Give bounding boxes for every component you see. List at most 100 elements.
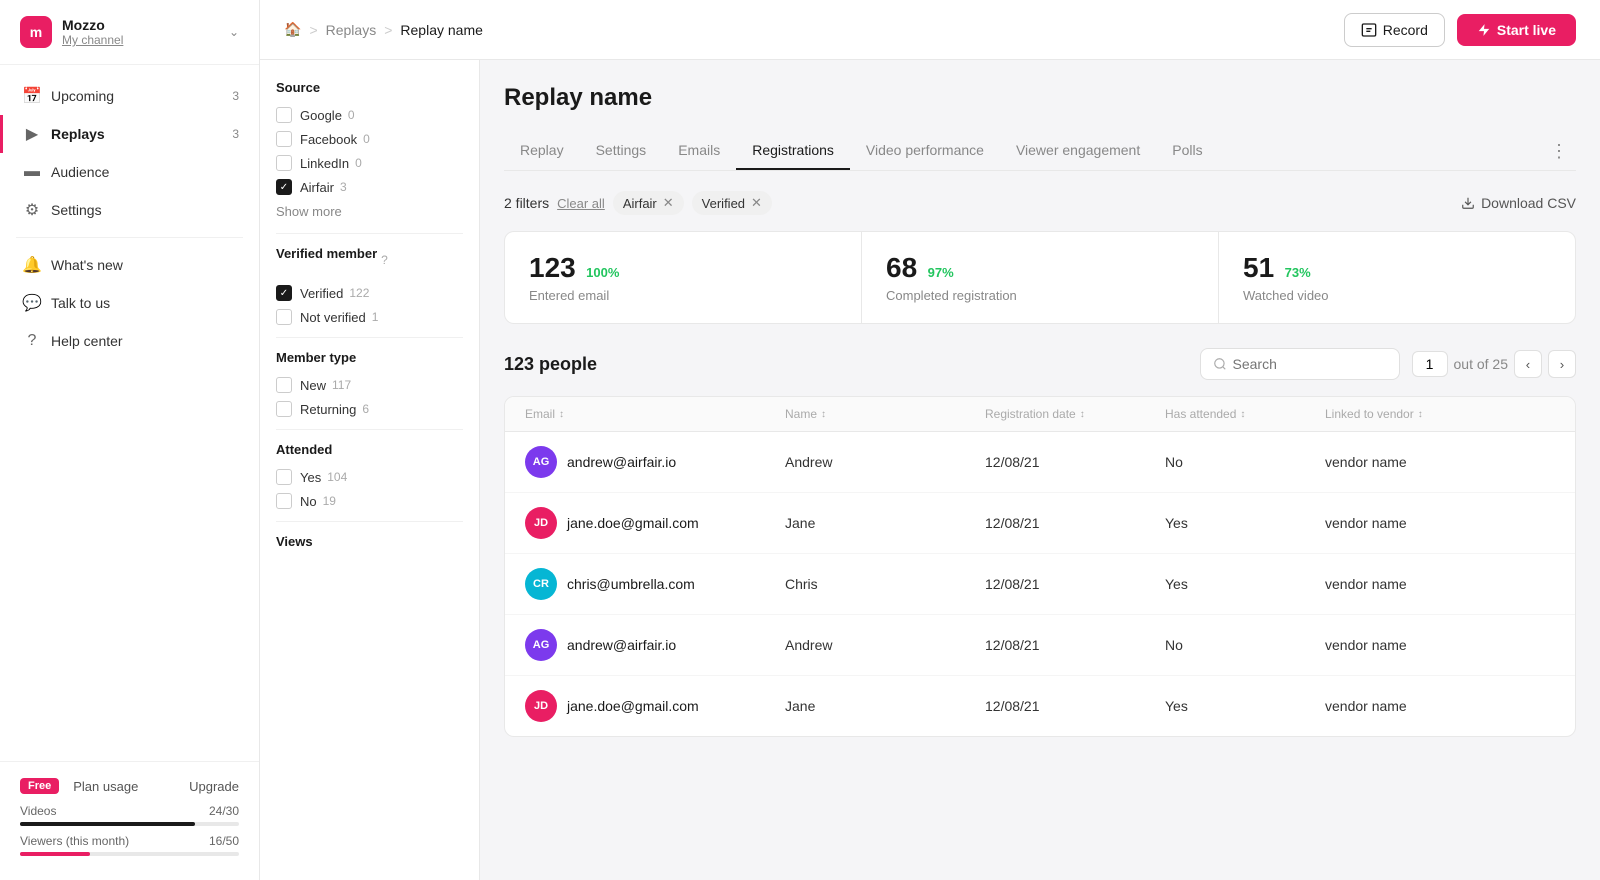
filter-option[interactable]: Airfair 3 — [276, 179, 463, 195]
verified-options: Verified 122 Not verified 1 — [276, 285, 463, 325]
main-content: 🏠 > Replays > Replay name Record Start l… — [260, 0, 1600, 880]
breadcrumb-sep-2: > — [384, 22, 392, 38]
page-number-input[interactable] — [1412, 351, 1448, 377]
filter-option-label: Facebook 0 — [300, 132, 463, 147]
tab-emails[interactable]: Emails — [662, 132, 736, 170]
sidebar-item-audience[interactable]: ▬ Audience — [0, 153, 259, 191]
start-live-button[interactable]: Start live — [1457, 14, 1576, 46]
cell-name: Andrew — [785, 637, 985, 653]
filter-option-label: LinkedIn 0 — [300, 156, 463, 171]
col-vendor[interactable]: Linked to vendor ↕ — [1325, 407, 1555, 421]
search-box[interactable] — [1200, 348, 1400, 380]
sidebar-header: m Mozzo My channel ⌄ — [0, 0, 259, 65]
filter-option-label: Not verified 1 — [300, 310, 463, 325]
settings-icon: ⚙ — [23, 201, 41, 219]
checkbox[interactable] — [276, 179, 292, 195]
filter-chip-airfair: Airfair ✕ — [613, 191, 684, 215]
cell-name: Jane — [785, 698, 985, 714]
upgrade-button[interactable]: Upgrade — [189, 779, 239, 794]
col-email[interactable]: Email ↕ — [525, 407, 785, 421]
viewers-usage-label: Viewers (this month) 16/50 — [20, 834, 239, 848]
checkbox[interactable] — [276, 131, 292, 147]
download-csv-button[interactable]: Download CSV — [1461, 195, 1576, 211]
nav-divider — [16, 237, 243, 238]
stats-row: 123 100% Entered email 68 97% Completed … — [504, 231, 1576, 324]
checkbox[interactable] — [276, 107, 292, 123]
filter-option[interactable]: Verified 122 — [276, 285, 463, 301]
topbar: 🏠 > Replays > Replay name Record Start l… — [260, 0, 1600, 60]
videos-usage-fill — [20, 822, 195, 826]
tab-settings[interactable]: Settings — [580, 132, 663, 170]
breadcrumb-replays[interactable]: Replays — [326, 22, 377, 38]
stat-label-2: Completed registration — [886, 288, 1194, 303]
sort-icon-email: ↕ — [559, 409, 564, 420]
col-attended[interactable]: Has attended ↕ — [1165, 407, 1325, 421]
tab-replay[interactable]: Replay — [504, 132, 580, 170]
filter-option[interactable]: New 117 — [276, 377, 463, 393]
tab-viewer-engagement[interactable]: Viewer engagement — [1000, 132, 1156, 170]
record-button[interactable]: Record — [1344, 13, 1445, 47]
filter-option[interactable]: LinkedIn 0 — [276, 155, 463, 171]
filter-divider-1 — [276, 233, 463, 234]
sidebar-item-talk-to-us[interactable]: 💬 Talk to us — [0, 284, 259, 322]
stat-pct-2: 97% — [928, 265, 954, 280]
filter-chip-airfair-remove[interactable]: ✕ — [663, 195, 674, 211]
table-row[interactable]: CRchris@umbrella.comChris12/08/21Yesvend… — [505, 554, 1575, 615]
checkbox[interactable] — [276, 469, 292, 485]
filter-option[interactable]: Google 0 — [276, 107, 463, 123]
table-row[interactable]: AGandrew@airfair.ioAndrew12/08/21Novendo… — [505, 615, 1575, 676]
cell-vendor: vendor name — [1325, 515, 1555, 531]
sidebar-item-whats-new[interactable]: 🔔 What's new — [0, 246, 259, 284]
checkbox[interactable] — [276, 401, 292, 417]
pagination: out of 25 ‹ › — [1412, 350, 1577, 378]
member-type-options: New 117 Returning 6 — [276, 377, 463, 417]
filter-option-count: 6 — [362, 402, 369, 416]
checkbox[interactable] — [276, 285, 292, 301]
clear-all-button[interactable]: Clear all — [557, 196, 605, 211]
chevron-down-icon[interactable]: ⌄ — [229, 25, 239, 39]
checkbox[interactable] — [276, 493, 292, 509]
tab-video-performance[interactable]: Video performance — [850, 132, 1000, 170]
sidebar-item-help-center[interactable]: ? Help center — [0, 322, 259, 360]
checkbox[interactable] — [276, 377, 292, 393]
filter-chip-verified-remove[interactable]: ✕ — [751, 195, 762, 211]
page-prev-button[interactable]: ‹ — [1514, 350, 1542, 378]
member-type-title: Member type — [276, 350, 463, 365]
plan-row: Free Plan usage Upgrade — [20, 778, 239, 794]
sidebar-item-replays[interactable]: ▶ Replays 3 — [0, 115, 259, 153]
tabs-more-icon[interactable]: ⋮ — [1542, 141, 1576, 162]
filter-option[interactable]: Returning 6 — [276, 401, 463, 417]
table-row[interactable]: JDjane.doe@gmail.comJane12/08/21Yesvendo… — [505, 676, 1575, 736]
col-reg-date[interactable]: Registration date ↕ — [985, 407, 1165, 421]
home-icon[interactable]: 🏠 — [284, 21, 301, 38]
channel-link[interactable]: My channel — [62, 33, 123, 47]
filter-option[interactable]: No 19 — [276, 493, 463, 509]
stat-completed-reg: 68 97% Completed registration — [862, 232, 1219, 323]
tab-registrations[interactable]: Registrations — [736, 132, 850, 170]
col-name[interactable]: Name ↕ — [785, 407, 985, 421]
filter-option[interactable]: Not verified 1 — [276, 309, 463, 325]
verified-help-icon[interactable]: ? — [381, 253, 388, 267]
table-row[interactable]: JDjane.doe@gmail.comJane12/08/21Yesvendo… — [505, 493, 1575, 554]
page-next-button[interactable]: › — [1548, 350, 1576, 378]
filter-option[interactable]: Yes 104 — [276, 469, 463, 485]
breadcrumb-sep-1: > — [309, 22, 317, 38]
tab-polls[interactable]: Polls — [1156, 132, 1218, 170]
show-more-button[interactable]: Show more — [276, 204, 342, 219]
sidebar-item-upcoming[interactable]: 📅 Upcoming 3 — [0, 77, 259, 115]
upcoming-badge: 3 — [232, 89, 239, 103]
sidebar-label-settings: Settings — [51, 202, 102, 218]
filter-option[interactable]: Facebook 0 — [276, 131, 463, 147]
checkbox[interactable] — [276, 155, 292, 171]
avatar: AG — [525, 446, 557, 478]
table-row[interactable]: AGandrew@airfair.ioAndrew12/08/21Novendo… — [505, 432, 1575, 493]
filter-count: 2 filters — [504, 195, 549, 211]
cell-name: Jane — [785, 515, 985, 531]
search-input[interactable] — [1233, 356, 1373, 372]
sidebar-label-talk-to-us: Talk to us — [51, 295, 110, 311]
checkbox[interactable] — [276, 309, 292, 325]
filter-chip-verified: Verified ✕ — [692, 191, 772, 215]
sidebar-item-settings[interactable]: ⚙ Settings — [0, 191, 259, 229]
filter-option-count: 104 — [327, 470, 347, 484]
stat-number-1: 123 — [529, 252, 576, 283]
